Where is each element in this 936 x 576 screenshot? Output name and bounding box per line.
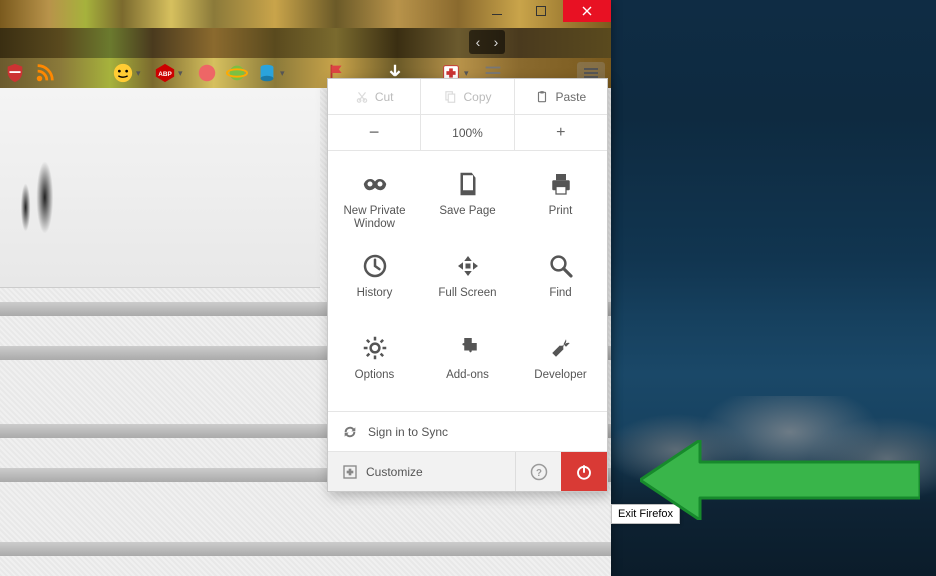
window-close-button[interactable] bbox=[563, 0, 611, 22]
menu-item-label: History bbox=[357, 287, 393, 300]
paste-label: Paste bbox=[555, 90, 586, 104]
navigation-bar: ‹ › bbox=[0, 28, 611, 58]
help-button[interactable]: ? bbox=[515, 452, 561, 491]
dropdown-icon[interactable]: ▾ bbox=[280, 68, 290, 79]
zoom-level[interactable]: 100% bbox=[421, 115, 514, 150]
window-maximize-button[interactable] bbox=[519, 0, 563, 22]
menu-full-screen[interactable]: Full Screen bbox=[421, 243, 514, 325]
customize-label: Customize bbox=[366, 465, 423, 479]
dropdown-icon[interactable]: ▾ bbox=[464, 68, 474, 79]
puzzle-icon[interactable] bbox=[196, 62, 218, 84]
hamburger-menu: Cut Copy Paste − 100% + New PrivateWindo… bbox=[327, 78, 608, 492]
menu-item-label: Full Screen bbox=[438, 287, 496, 300]
nav-arrows[interactable]: ‹ › bbox=[469, 30, 505, 54]
smiley-icon[interactable] bbox=[112, 62, 134, 84]
menu-save-page[interactable]: Save Page bbox=[421, 161, 514, 243]
nav-forward-icon[interactable]: › bbox=[487, 34, 505, 50]
menu-developer[interactable]: Developer bbox=[514, 325, 607, 407]
zoom-out-button[interactable]: − bbox=[328, 115, 421, 150]
menu-item-label: Find bbox=[549, 287, 571, 300]
rss-icon[interactable] bbox=[34, 62, 56, 84]
abp-badge-icon[interactable]: ABP bbox=[154, 62, 176, 84]
menu-item-label: Print bbox=[549, 205, 573, 218]
annotation-arrow-icon bbox=[640, 440, 920, 520]
sync-button[interactable]: Sign in to Sync bbox=[328, 411, 607, 451]
menu-item-label: Options bbox=[355, 369, 395, 382]
menu-grid: New PrivateWindow Save Page Print Histor… bbox=[328, 151, 607, 411]
planet-icon[interactable] bbox=[226, 62, 248, 84]
nav-back-icon[interactable]: ‹ bbox=[469, 34, 487, 50]
cut-button[interactable]: Cut bbox=[328, 79, 421, 114]
menu-options[interactable]: Options bbox=[328, 325, 421, 407]
menu-history[interactable]: History bbox=[328, 243, 421, 325]
paste-button[interactable]: Paste bbox=[515, 79, 607, 114]
copy-button[interactable]: Copy bbox=[421, 79, 514, 114]
exit-button[interactable] bbox=[561, 452, 607, 491]
customize-button[interactable]: Customize bbox=[328, 452, 515, 491]
dropdown-icon[interactable]: ▾ bbox=[136, 68, 146, 79]
sync-label: Sign in to Sync bbox=[368, 425, 448, 439]
menu-item-label: Add-ons bbox=[446, 369, 489, 382]
zoom-in-button[interactable]: + bbox=[515, 115, 607, 150]
menu-new-private-window[interactable]: New PrivateWindow bbox=[328, 161, 421, 243]
copy-label: Copy bbox=[463, 90, 491, 104]
window-titlebar bbox=[0, 0, 611, 28]
svg-text:ABP: ABP bbox=[158, 71, 172, 78]
svg-text:?: ? bbox=[536, 467, 542, 478]
cut-label: Cut bbox=[375, 90, 394, 104]
menu-item-label: Save Page bbox=[439, 205, 495, 218]
menu-addons[interactable]: Add-ons bbox=[421, 325, 514, 407]
window-minimize-button[interactable] bbox=[475, 0, 519, 22]
menu-item-label: New PrivateWindow bbox=[344, 205, 406, 231]
dropdown-icon[interactable]: ▾ bbox=[178, 68, 188, 79]
db-icon[interactable] bbox=[256, 62, 278, 84]
menu-item-label: Developer bbox=[534, 369, 586, 382]
menu-find[interactable]: Find bbox=[514, 243, 607, 325]
shield-icon[interactable] bbox=[4, 62, 26, 84]
menu-print[interactable]: Print bbox=[514, 161, 607, 243]
content-image bbox=[0, 88, 320, 288]
content-divider bbox=[0, 542, 611, 556]
